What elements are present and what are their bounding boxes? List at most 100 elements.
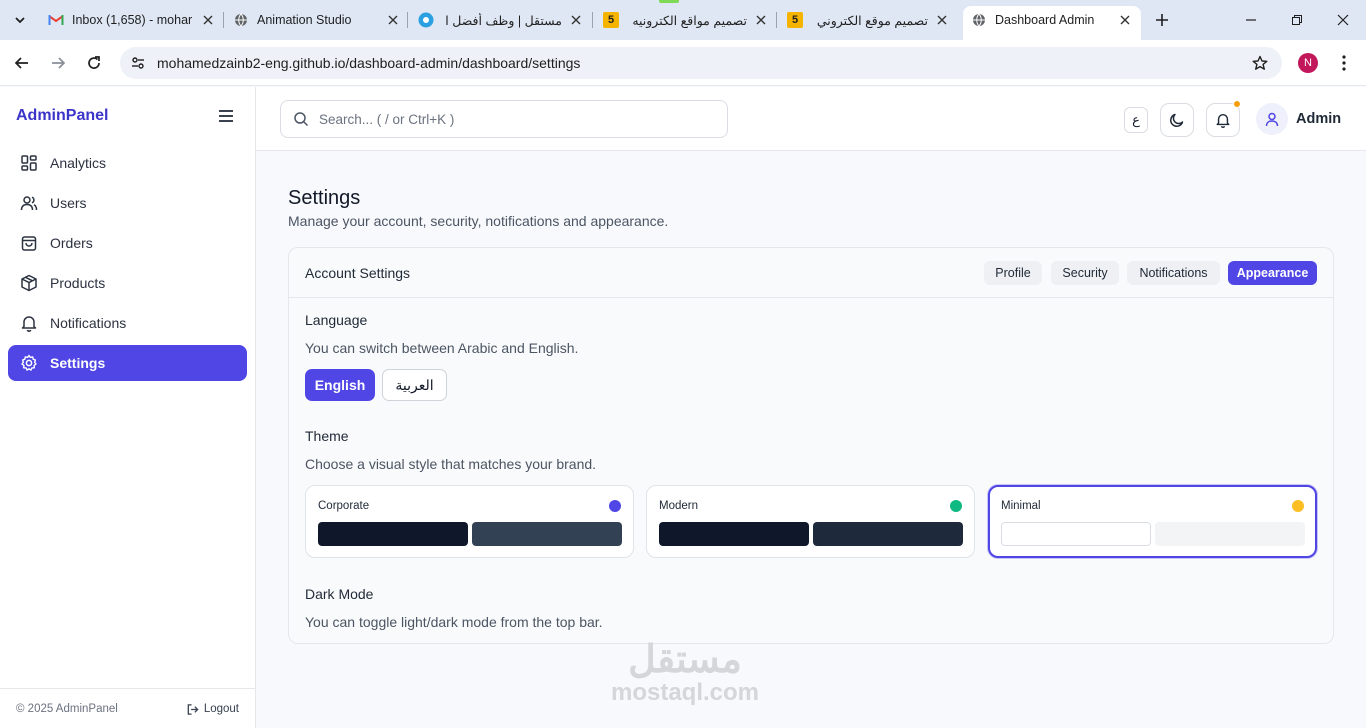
mostaql-icon xyxy=(418,12,434,28)
sidebar-item-label: Orders xyxy=(50,235,93,251)
tab-separator xyxy=(776,12,777,28)
tab-title: Animation Studio xyxy=(257,13,352,27)
browser-tab-dashboard-admin[interactable]: Dashboard Admin xyxy=(963,6,1141,40)
theme-option-corporate[interactable]: Corporate xyxy=(305,485,634,558)
browser-tab-mostaql[interactable]: مستقل | وظف أفضل ا xyxy=(418,6,584,34)
theme-toggle-button[interactable] xyxy=(1160,103,1194,137)
new-tab-button[interactable] xyxy=(1152,10,1172,30)
tab-profile[interactable]: Profile xyxy=(984,261,1042,285)
sidebar-item-products[interactable]: Products xyxy=(8,265,247,301)
search-placeholder: Search... ( / or Ctrl+K ) xyxy=(319,111,455,127)
language-section-description: You can switch between Arabic and Englis… xyxy=(305,340,579,356)
theme-swatch-primary xyxy=(1001,522,1151,546)
sidebar-footer: © 2025 AdminPanel Logout xyxy=(0,688,255,728)
chevron-down-icon xyxy=(15,17,25,24)
language-option-english[interactable]: English xyxy=(305,369,375,401)
close-icon[interactable] xyxy=(753,12,769,28)
restore-icon xyxy=(1292,15,1302,25)
menu-icon xyxy=(219,110,233,122)
grid-icon xyxy=(20,154,38,172)
restore-button[interactable] xyxy=(1274,0,1320,40)
sidebar-item-users[interactable]: Users xyxy=(8,185,247,221)
theme-swatch-secondary xyxy=(813,522,963,546)
card-title: Account Settings xyxy=(305,265,411,281)
html5-icon: 5 xyxy=(787,12,803,28)
html5-icon: 5 xyxy=(603,12,619,28)
tab-search-button[interactable] xyxy=(8,8,32,32)
globe-icon xyxy=(971,12,987,28)
browser-tab-web-design-2[interactable]: 5 تصميم موقع الكتروني xyxy=(787,6,950,34)
theme-color-dot xyxy=(1292,500,1304,512)
globe-icon xyxy=(233,12,249,28)
sidebar-item-label: Analytics xyxy=(50,155,107,171)
sidebar-item-label: Notifications xyxy=(50,315,127,331)
theme-swatch-primary xyxy=(659,522,809,546)
more-vertical-icon xyxy=(1342,55,1346,71)
sidebar-item-label: Settings xyxy=(50,355,106,371)
sidebar-item-settings[interactable]: Settings xyxy=(8,345,247,381)
brand-logo[interactable]: AdminPanel xyxy=(16,107,108,125)
close-icon[interactable] xyxy=(568,12,584,28)
bell-icon xyxy=(20,314,38,332)
theme-option-minimal[interactable]: Minimal xyxy=(988,485,1317,558)
browser-tab-gmail[interactable]: Inbox (1,658) - mohar xyxy=(48,6,216,34)
profile-avatar[interactable]: N xyxy=(1298,53,1318,73)
language-section-title: Language xyxy=(305,312,368,328)
sidebar-item-notifications[interactable]: Notifications xyxy=(8,305,247,341)
logout-icon xyxy=(186,702,200,716)
close-icon[interactable] xyxy=(200,12,216,28)
sidebar-item-analytics[interactable]: Analytics xyxy=(8,145,247,181)
tab-security[interactable]: Security xyxy=(1051,261,1119,285)
language-option-arabic[interactable]: العربية xyxy=(382,369,447,401)
address-bar[interactable]: mohamedzainb2-eng.github.io/dashboard-ad… xyxy=(120,47,1282,79)
close-icon xyxy=(1337,14,1349,26)
bag-icon xyxy=(20,234,38,252)
bookmark-star-icon[interactable] xyxy=(1252,55,1268,71)
tab-notifications[interactable]: Notifications xyxy=(1127,261,1220,285)
gmail-icon xyxy=(48,12,64,28)
watermark-latin: mostaql.com xyxy=(610,679,760,706)
sidebar: AdminPanel Analytics Users Orders Produc… xyxy=(0,87,256,728)
back-button[interactable] xyxy=(10,51,34,75)
mostaql-watermark: مستقل mostaql.com xyxy=(600,640,770,706)
theme-color-dot xyxy=(950,500,962,512)
page-subtitle: Manage your account, security, notificat… xyxy=(288,213,669,229)
theme-name: Minimal xyxy=(1001,500,1041,512)
tab-title: Dashboard Admin xyxy=(995,13,1095,27)
site-settings-icon[interactable] xyxy=(124,49,152,77)
sidebar-toggle-button[interactable] xyxy=(216,106,236,126)
tab-title: تصميم موقع الكتروني xyxy=(816,13,928,28)
window-close-button[interactable] xyxy=(1320,0,1366,40)
theme-swatch-secondary xyxy=(472,522,622,546)
sidebar-item-orders[interactable]: Orders xyxy=(8,225,247,261)
browser-toolbar: mohamedzainb2-eng.github.io/dashboard-ad… xyxy=(0,40,1366,86)
language-toggle-button[interactable]: ع xyxy=(1124,107,1148,133)
close-icon[interactable] xyxy=(934,12,950,28)
notifications-button[interactable] xyxy=(1206,100,1241,137)
page-title: Settings xyxy=(288,187,361,209)
browser-tab-animation-studio[interactable]: Animation Studio xyxy=(233,6,401,34)
browser-tab-web-design-1[interactable]: 5 تصميم مواقع الكترونيه xyxy=(603,6,769,34)
user-icon xyxy=(1265,112,1279,127)
close-icon[interactable] xyxy=(385,12,401,28)
logout-button[interactable]: Logout xyxy=(186,702,239,716)
account-settings-card: Account Settings Profile Security Notifi… xyxy=(288,247,1334,644)
user-name[interactable]: Admin xyxy=(1296,111,1341,127)
minimize-button[interactable] xyxy=(1228,0,1274,40)
plus-icon xyxy=(1156,14,1168,26)
reload-button[interactable] xyxy=(82,51,106,75)
forward-button[interactable] xyxy=(46,51,70,75)
app-topbar: Search... ( / or Ctrl+K ) ع Admin xyxy=(256,87,1366,151)
close-icon[interactable] xyxy=(1117,12,1133,28)
browser-menu-button[interactable] xyxy=(1334,53,1354,73)
theme-option-modern[interactable]: Modern xyxy=(646,485,975,558)
tab-title: مستقل | وظف أفضل ا xyxy=(445,13,562,28)
theme-swatch-primary xyxy=(318,522,468,546)
users-icon xyxy=(20,194,38,212)
user-avatar[interactable] xyxy=(1256,103,1288,135)
arrow-left-icon xyxy=(14,57,28,69)
tab-title: Inbox (1,658) - mohar xyxy=(72,13,193,27)
search-input[interactable]: Search... ( / or Ctrl+K ) xyxy=(280,100,728,138)
gear-icon xyxy=(20,354,38,372)
tab-appearance[interactable]: Appearance xyxy=(1228,261,1317,285)
